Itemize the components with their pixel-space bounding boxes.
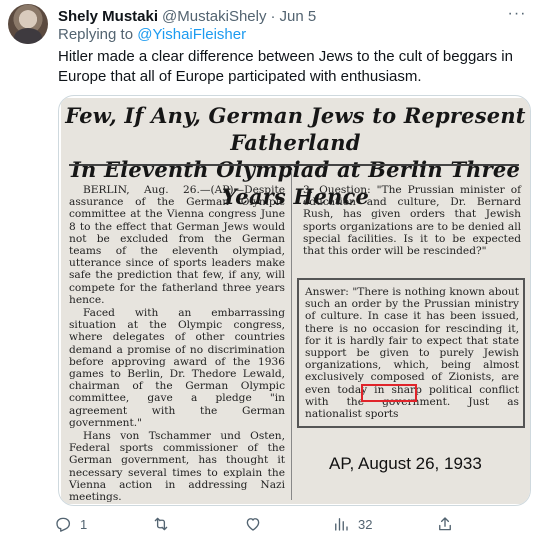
like-button[interactable] xyxy=(244,512,270,536)
like-icon xyxy=(246,518,260,531)
replying-to: Replying to @YishaiFleisher xyxy=(58,26,246,43)
reply-button[interactable]: 1 xyxy=(54,512,87,536)
views-button[interactable]: 32 xyxy=(332,512,372,536)
paragraph-2: Faced with an embarrassing situation at … xyxy=(69,307,285,429)
more-options-icon[interactable]: ··· xyxy=(503,2,531,26)
separator-dot: · xyxy=(270,7,276,25)
reply-mention-link[interactable]: @YishaiFleisher xyxy=(137,26,246,43)
column-divider xyxy=(291,170,292,500)
replying-to-label: Replying to xyxy=(58,26,134,43)
reply-count: 1 xyxy=(80,516,88,532)
tweet-header: Shely Mustaki @MustakiShely · Jun 5 xyxy=(58,6,316,26)
author-handle[interactable]: @MustakiShely xyxy=(162,8,266,25)
headline-line-1: Few, If Any, German Jews to Represent Fa… xyxy=(65,103,526,155)
question-paragraph: 3. Question: "The Prussian minister of e… xyxy=(303,184,521,258)
action-bar: 1 32 xyxy=(50,512,460,536)
share-icon xyxy=(439,517,451,531)
tweet-image[interactable]: Few, If Any, German Jews to Represent Fa… xyxy=(58,95,531,506)
avatar[interactable] xyxy=(8,4,48,44)
paragraph-3: Hans von Tschammer und Osten, Federal sp… xyxy=(69,430,285,504)
views-icon xyxy=(335,518,348,531)
views-count: 32 xyxy=(358,516,373,532)
tweet-date[interactable]: Jun 5 xyxy=(279,8,316,25)
headline-rule xyxy=(69,164,519,166)
highlight-box xyxy=(361,384,417,402)
retweet-button[interactable] xyxy=(152,512,178,536)
tweet-text: Hitler made a clear difference between J… xyxy=(58,48,513,85)
left-column: BERLIN, Aug. 26.—(AP)—Despite assurance … xyxy=(69,184,285,504)
paragraph-1: BERLIN, Aug. 26.—(AP)—Despite assurance … xyxy=(69,184,285,306)
newspaper-clipping: Few, If Any, German Jews to Represent Fa… xyxy=(61,98,530,504)
tweet[interactable]: Shely Mustaki @MustakiShely · Jun 5 ··· … xyxy=(0,0,543,536)
clipping-caption: AP, August 26, 1933 xyxy=(329,454,482,473)
share-button[interactable] xyxy=(436,512,454,536)
reply-icon xyxy=(56,517,71,532)
author-name[interactable]: Shely Mustaki xyxy=(58,8,158,25)
retweet-icon xyxy=(154,517,168,531)
